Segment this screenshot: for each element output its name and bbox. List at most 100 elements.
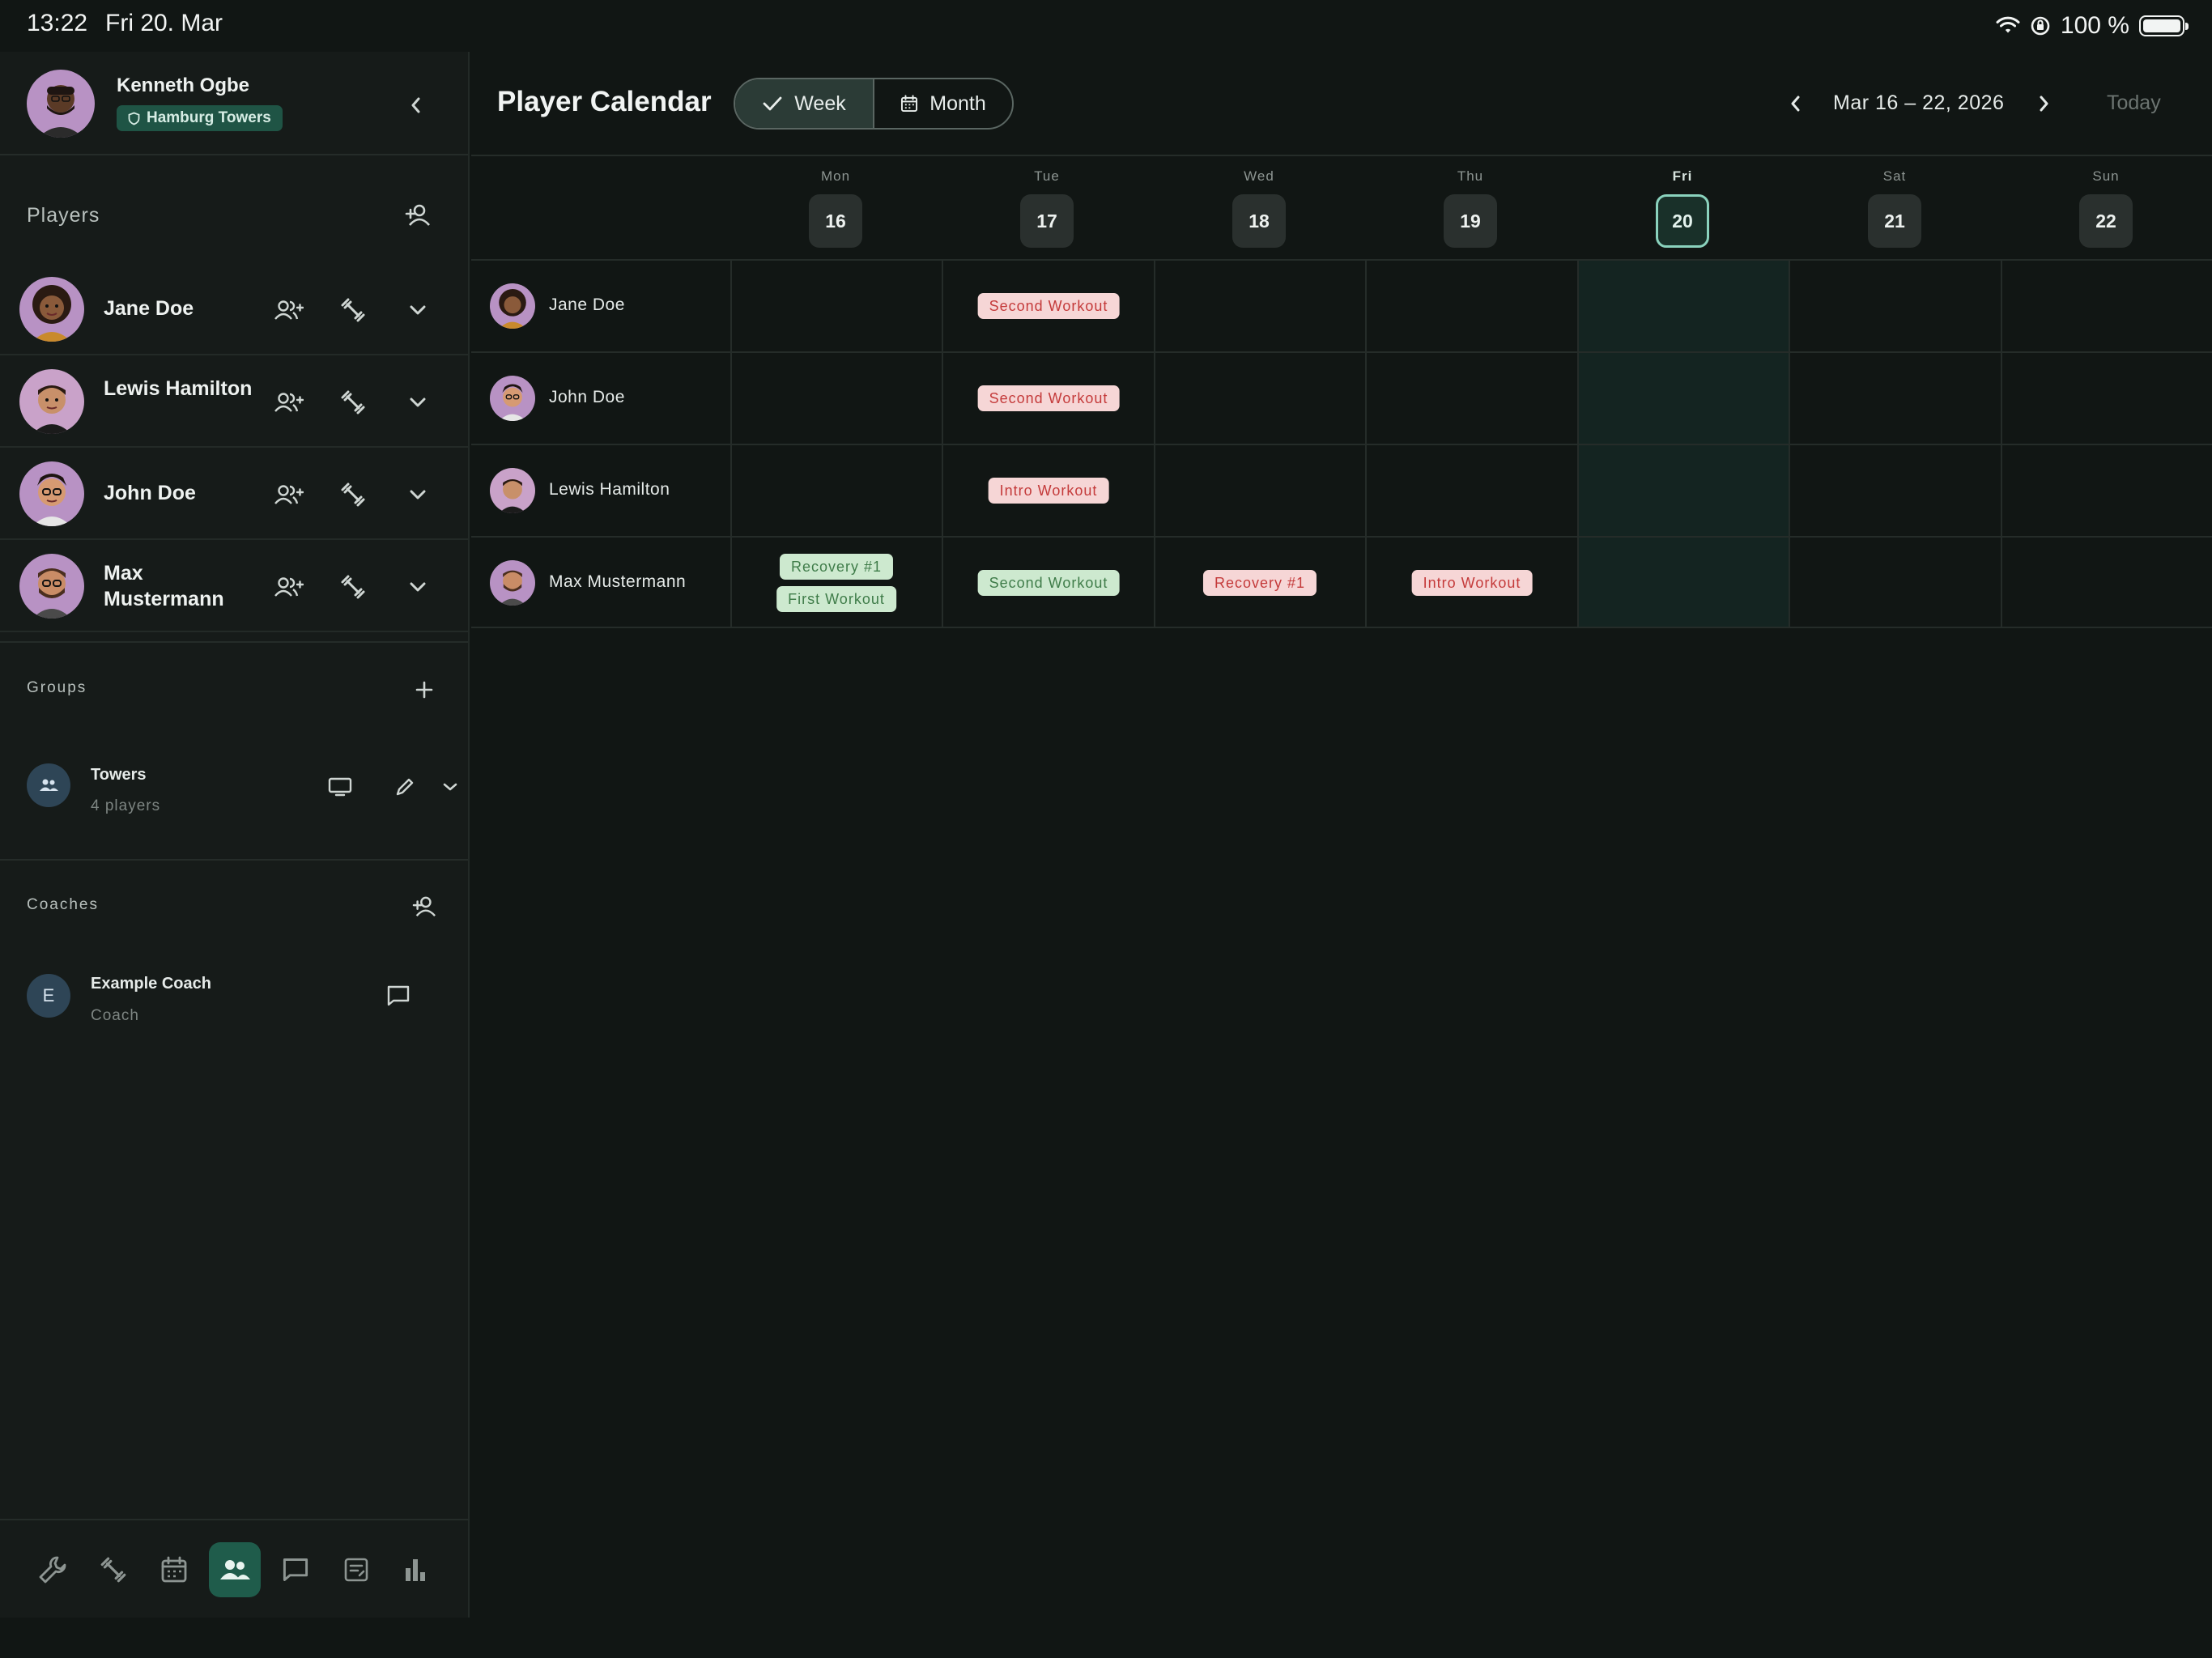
coach-avatar: E bbox=[27, 974, 70, 1018]
day-name: Mon bbox=[820, 168, 851, 184]
expand-group-button[interactable] bbox=[434, 769, 466, 805]
dumbbell-icon bbox=[339, 573, 367, 601]
chat-icon bbox=[386, 984, 410, 1007]
workout-chip[interactable]: Recovery #1 bbox=[1202, 570, 1317, 596]
day-header-sun[interactable]: Sun 22 bbox=[2057, 168, 2155, 248]
grid-line bbox=[942, 261, 943, 627]
add-coach-button[interactable] bbox=[406, 889, 442, 925]
chevron-down-icon bbox=[442, 782, 458, 792]
day-header-sat[interactable]: Sat 21 bbox=[1846, 168, 1943, 248]
chevron-down-icon bbox=[409, 489, 427, 500]
collapse-sidebar-button[interactable] bbox=[400, 89, 432, 121]
workout-chip[interactable]: Second Workout bbox=[977, 385, 1120, 411]
nav-notes[interactable] bbox=[330, 1542, 382, 1597]
players-section-title: Players bbox=[27, 204, 100, 227]
profile-avatar[interactable] bbox=[27, 70, 95, 138]
nav-messages[interactable] bbox=[270, 1542, 321, 1597]
grid-line bbox=[1577, 261, 1579, 627]
day-header-fri[interactable]: Fri 20 bbox=[1634, 168, 1731, 248]
view-toggle: Week Month bbox=[734, 78, 1014, 130]
day-name: Sun bbox=[2092, 168, 2120, 184]
today-button[interactable]: Today bbox=[2107, 91, 2161, 115]
assign-button[interactable] bbox=[270, 477, 306, 512]
nav-tools[interactable] bbox=[27, 1542, 79, 1597]
nav-statistics[interactable] bbox=[389, 1542, 441, 1597]
day-header-mon[interactable]: Mon 16 bbox=[787, 168, 884, 248]
bottom-navigation bbox=[0, 1519, 470, 1618]
workout-chip[interactable]: Intro Workout bbox=[1411, 570, 1533, 596]
chevron-down-icon bbox=[409, 397, 427, 408]
display-group-button[interactable] bbox=[322, 769, 358, 805]
group-icon bbox=[38, 777, 59, 793]
player-avatar bbox=[19, 277, 84, 342]
calendar-icon bbox=[160, 1556, 188, 1584]
player-row[interactable]: Jane Doe bbox=[0, 264, 470, 355]
player-row[interactable]: Lewis Hamilton bbox=[0, 356, 470, 448]
edit-group-button[interactable] bbox=[387, 769, 423, 805]
row-avatar bbox=[490, 376, 535, 421]
page-title: Player Calendar bbox=[497, 86, 712, 117]
week-label: Week bbox=[794, 91, 846, 115]
player-row[interactable]: John Doe bbox=[0, 449, 470, 540]
wifi-icon bbox=[1996, 16, 2020, 36]
assign-button[interactable] bbox=[270, 385, 306, 420]
nav-players[interactable] bbox=[209, 1542, 261, 1597]
day-header-tue[interactable]: Tue 17 bbox=[998, 168, 1095, 248]
workouts-button[interactable] bbox=[335, 477, 371, 512]
grid-line bbox=[1154, 261, 1155, 627]
dumbbell-icon bbox=[339, 296, 367, 324]
expand-button[interactable] bbox=[400, 569, 436, 605]
dumbbell-icon bbox=[99, 1555, 128, 1584]
day-number: 18 bbox=[1232, 194, 1286, 248]
group-avatar bbox=[27, 763, 70, 807]
grid-line bbox=[471, 536, 2212, 538]
sidebar: Kenneth Ogbe Hamburg Towers Players Jane… bbox=[0, 52, 470, 1618]
row-avatar bbox=[490, 283, 535, 329]
chevron-left-icon bbox=[1788, 94, 1804, 113]
expand-button[interactable] bbox=[400, 292, 436, 328]
message-coach-button[interactable] bbox=[381, 978, 416, 1014]
expand-button[interactable] bbox=[400, 477, 436, 512]
nav-workouts[interactable] bbox=[87, 1542, 139, 1597]
status-time: 13:22 bbox=[27, 10, 88, 36]
workouts-button[interactable] bbox=[335, 385, 371, 420]
add-player-button[interactable] bbox=[400, 198, 436, 233]
player-row[interactable]: Max Mustermann bbox=[0, 541, 470, 632]
workout-chip[interactable]: Intro Workout bbox=[988, 478, 1109, 504]
day-header-wed[interactable]: Wed 18 bbox=[1210, 168, 1308, 248]
week-view-button[interactable]: Week bbox=[735, 79, 874, 128]
workout-chip[interactable]: Recovery #1 bbox=[779, 554, 894, 580]
row-avatar bbox=[490, 468, 535, 513]
battery-percent: 100 % bbox=[2060, 12, 2129, 39]
next-week-button[interactable] bbox=[2026, 86, 2061, 121]
row-avatar bbox=[490, 560, 535, 606]
add-group-button[interactable] bbox=[406, 672, 442, 708]
player-name: John Doe bbox=[104, 482, 196, 504]
day-header-thu[interactable]: Thu 19 bbox=[1422, 168, 1519, 248]
workouts-button[interactable] bbox=[335, 569, 371, 605]
day-name: Fri bbox=[1672, 168, 1693, 184]
workout-chip[interactable]: Second Workout bbox=[977, 293, 1120, 319]
expand-button[interactable] bbox=[400, 385, 436, 420]
workouts-button[interactable] bbox=[335, 292, 371, 328]
grid-line bbox=[2001, 261, 2002, 627]
assign-button[interactable] bbox=[270, 569, 306, 605]
month-view-button[interactable]: Month bbox=[874, 79, 1012, 128]
grid-line bbox=[1365, 261, 1367, 627]
workout-chip[interactable]: Second Workout bbox=[977, 570, 1120, 596]
date-range-label: Mar 16 – 22, 2026 bbox=[1833, 91, 2005, 114]
player-avatar bbox=[19, 554, 84, 619]
grid-line bbox=[471, 444, 2212, 445]
nav-calendar[interactable] bbox=[148, 1542, 200, 1597]
day-number: 19 bbox=[1444, 194, 1497, 248]
assign-button[interactable] bbox=[270, 292, 306, 328]
chevron-down-icon bbox=[409, 581, 427, 593]
coach-role: Coach bbox=[91, 1007, 139, 1024]
row-player-name: Lewis Hamilton bbox=[549, 480, 670, 499]
add-group-icon bbox=[273, 391, 304, 414]
previous-week-button[interactable] bbox=[1778, 86, 1814, 121]
day-name: Tue bbox=[1034, 168, 1060, 184]
workout-chip[interactable]: First Workout bbox=[776, 586, 896, 612]
row-player-name: Jane Doe bbox=[549, 295, 625, 314]
monitor-icon bbox=[328, 777, 352, 797]
